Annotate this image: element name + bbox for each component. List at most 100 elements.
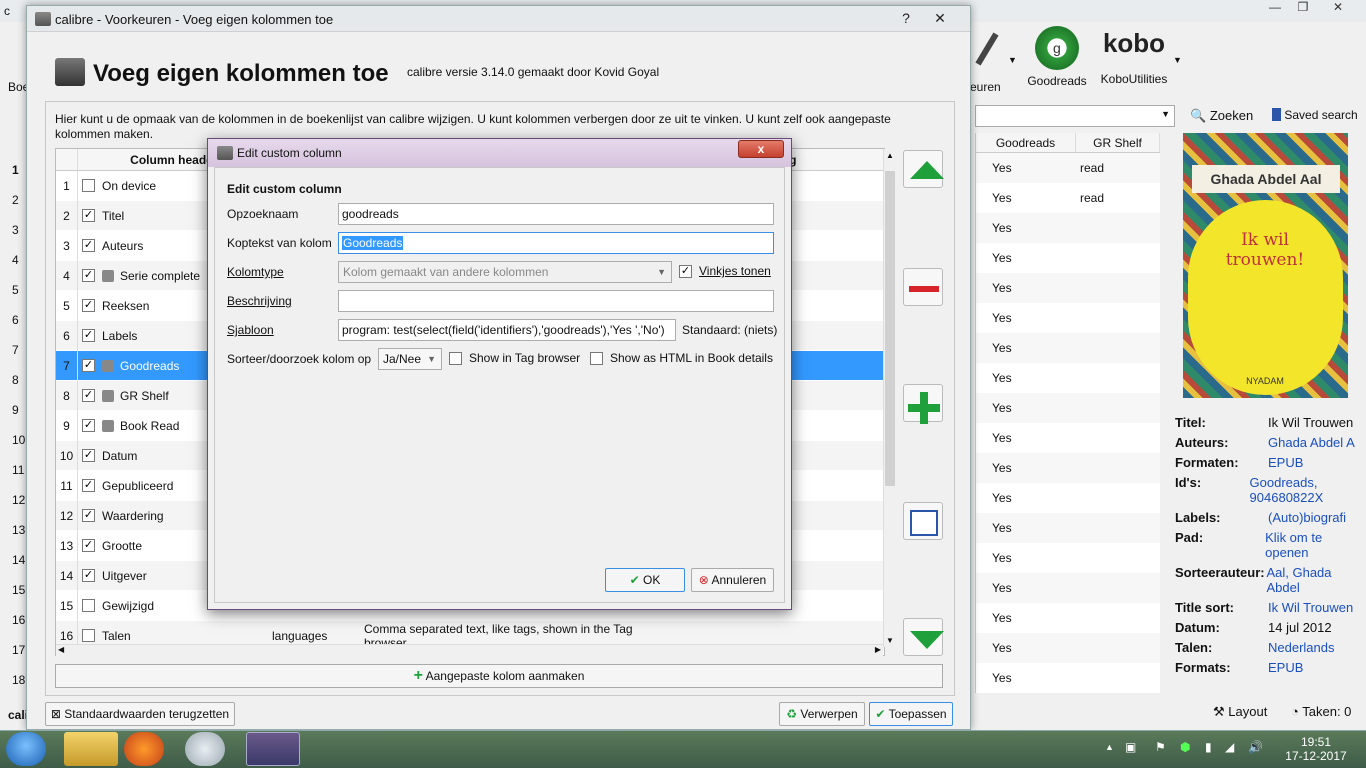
checkbox-checked[interactable]: ✓ — [82, 449, 95, 462]
calibre-taskbar-icon[interactable] — [246, 732, 300, 766]
row-number[interactable]: 16 — [0, 605, 28, 635]
security-icon[interactable]: ⬢ — [1180, 740, 1190, 754]
scrollbar-thumb[interactable] — [885, 171, 895, 486]
cancel-button[interactable]: ⊗ Annuleren — [691, 568, 774, 592]
checkbox-unchecked[interactable] — [449, 351, 462, 365]
row-number[interactable]: 9 — [0, 395, 28, 425]
row-number[interactable]: 10 — [0, 425, 28, 455]
scroll-left-icon[interactable]: ◀ — [58, 645, 64, 654]
firefox-icon[interactable] — [124, 732, 164, 766]
checkbox-checked[interactable]: ✓ — [82, 509, 95, 522]
checkbox-checked[interactable]: ✓ — [82, 539, 95, 552]
flag-icon[interactable]: ⚑ — [1155, 740, 1166, 754]
table-row[interactable]: Yes — [976, 603, 1160, 633]
chevron-down-icon[interactable]: ▼ — [1008, 55, 1017, 65]
table-row[interactable]: Yes — [976, 213, 1160, 243]
chevron-down-icon[interactable]: ▼ — [1161, 109, 1170, 119]
table-row[interactable]: Yes — [976, 453, 1160, 483]
column-header-gr-shelf[interactable]: GR Shelf — [1076, 133, 1160, 152]
checkbox-unchecked[interactable] — [82, 629, 95, 642]
search-button[interactable]: 🔍 Zoeken — [1190, 108, 1253, 124]
search-input[interactable]: ▼ — [975, 105, 1175, 127]
chevron-down-icon[interactable]: ▼ — [1173, 55, 1182, 65]
start-button[interactable] — [6, 732, 46, 766]
checkbox-checked[interactable]: ✓ — [82, 329, 95, 342]
checkbox-unchecked[interactable] — [82, 599, 95, 612]
detail-value[interactable]: Ik Wil Trouwen — [1268, 600, 1353, 615]
row-number[interactable]: 14 — [0, 545, 28, 575]
table-row[interactable]: Yes — [976, 513, 1160, 543]
table-row[interactable]: Yes read — [976, 153, 1160, 183]
row-number[interactable]: 12 — [0, 485, 28, 515]
checkbox-checked[interactable]: ✓ — [82, 299, 95, 312]
row-number[interactable]: 18 — [0, 665, 28, 695]
file-explorer-icon[interactable] — [64, 732, 118, 766]
row-number[interactable]: 15 — [0, 575, 28, 605]
saved-search-button[interactable]: Saved search — [1272, 108, 1358, 122]
row-number[interactable]: 4 — [0, 245, 28, 275]
show-hidden-icons[interactable]: ▲ — [1105, 742, 1114, 752]
goodreads-toolbar-button[interactable]: g Goodreads — [1022, 26, 1092, 88]
help-icon[interactable]: ? — [891, 8, 921, 28]
row-number[interactable]: 6 — [0, 305, 28, 335]
column-type-select[interactable]: Kolom gemaakt van andere kolommen ▼ — [338, 261, 672, 283]
show-in-tag-browser-checkbox[interactable]: Show in Tag browser — [449, 351, 580, 365]
detail-value[interactable]: (Auto)biografi — [1268, 510, 1346, 525]
table-row[interactable]: Yes — [976, 633, 1160, 663]
detail-value[interactable]: Nederlands — [1268, 640, 1335, 655]
detail-value[interactable]: EPUB — [1268, 455, 1303, 470]
row-number[interactable]: 11 — [0, 455, 28, 485]
table-row[interactable]: Yes — [976, 243, 1160, 273]
checkbox-unchecked[interactable] — [590, 351, 603, 365]
battery-icon[interactable]: ▮ — [1205, 740, 1212, 754]
network-icon[interactable]: ◢ — [1225, 740, 1234, 754]
column-heading-input[interactable]: Goodreads — [338, 232, 774, 254]
checkbox-checked[interactable]: ✓ — [82, 269, 95, 282]
detail-value[interactable]: Aal, Ghada Abdel — [1266, 565, 1366, 595]
show-as-html-checkbox[interactable]: Show as HTML in Book details — [590, 351, 773, 365]
template-input[interactable]: program: test(select(field('identifiers'… — [338, 319, 676, 341]
table-row[interactable]: Yes — [976, 333, 1160, 363]
koboutilities-toolbar-button[interactable]: kobo KoboUtilities — [1098, 26, 1170, 86]
row-number[interactable]: 7 — [0, 335, 28, 365]
columns-hscrollbar[interactable]: ◀ ▶ — [56, 644, 883, 656]
row-number[interactable]: 17 — [0, 635, 28, 665]
book-list-table[interactable]: Goodreads GR Shelf Yes read Yes read Yes Yes Y… — [975, 133, 1160, 693]
jobs-indicator[interactable]: ◔ Taken: 0 — [1291, 704, 1351, 719]
row-number[interactable]: 13 — [0, 515, 28, 545]
scroll-right-icon[interactable]: ▶ — [875, 645, 881, 654]
checkbox-checked[interactable]: ✓ — [82, 359, 95, 372]
discard-button[interactable]: ♻ Verwerpen — [779, 702, 865, 726]
checkbox-unchecked[interactable] — [82, 179, 95, 192]
reset-defaults-button[interactable]: ⊠ Standaardwaarden terugzetten — [45, 702, 235, 726]
column-header-goodreads[interactable]: Goodreads — [976, 133, 1076, 152]
table-row[interactable]: Yes — [976, 543, 1160, 573]
table-row[interactable]: Yes — [976, 393, 1160, 423]
checkbox-checked[interactable]: ✓ — [679, 264, 692, 278]
row-number[interactable]: 3 — [0, 215, 28, 245]
sort-search-select[interactable]: Ja/Nee ▼ — [378, 348, 442, 370]
maximize-icon[interactable]: ❐ — [1290, 0, 1316, 18]
checkbox-checked[interactable]: ✓ — [82, 209, 95, 222]
ok-button[interactable]: ✔ OK — [605, 568, 685, 592]
detail-value[interactable]: Ghada Abdel A — [1268, 435, 1355, 450]
clock[interactable]: 19:51 17-12-2017 — [1276, 735, 1356, 763]
detail-value[interactable]: Goodreads, 904680822X — [1250, 475, 1366, 505]
detail-value[interactable]: Klik om te openen — [1265, 530, 1366, 560]
table-row[interactable]: Yes — [976, 663, 1160, 693]
table-row[interactable]: Yes — [976, 273, 1160, 303]
row-number[interactable]: 5 — [0, 275, 28, 305]
close-icon[interactable]: ✕ — [1325, 0, 1351, 18]
table-row[interactable]: Yes — [976, 423, 1160, 453]
description-input[interactable] — [338, 290, 774, 312]
row-number[interactable]: 2 — [0, 185, 28, 215]
minimize-icon[interactable]: — — [1262, 0, 1288, 18]
table-row[interactable]: Yes — [976, 483, 1160, 513]
lookup-name-input[interactable]: goodreads — [338, 203, 774, 225]
volume-icon[interactable]: 🔊 — [1248, 740, 1263, 754]
table-row[interactable]: Yes — [976, 573, 1160, 603]
close-icon[interactable]: ✕ — [925, 8, 955, 28]
create-custom-column-button[interactable]: + Aangepaste kolom aanmaken — [55, 664, 943, 688]
row-number[interactable]: 8 — [0, 365, 28, 395]
detail-value[interactable]: EPUB — [1268, 660, 1303, 675]
